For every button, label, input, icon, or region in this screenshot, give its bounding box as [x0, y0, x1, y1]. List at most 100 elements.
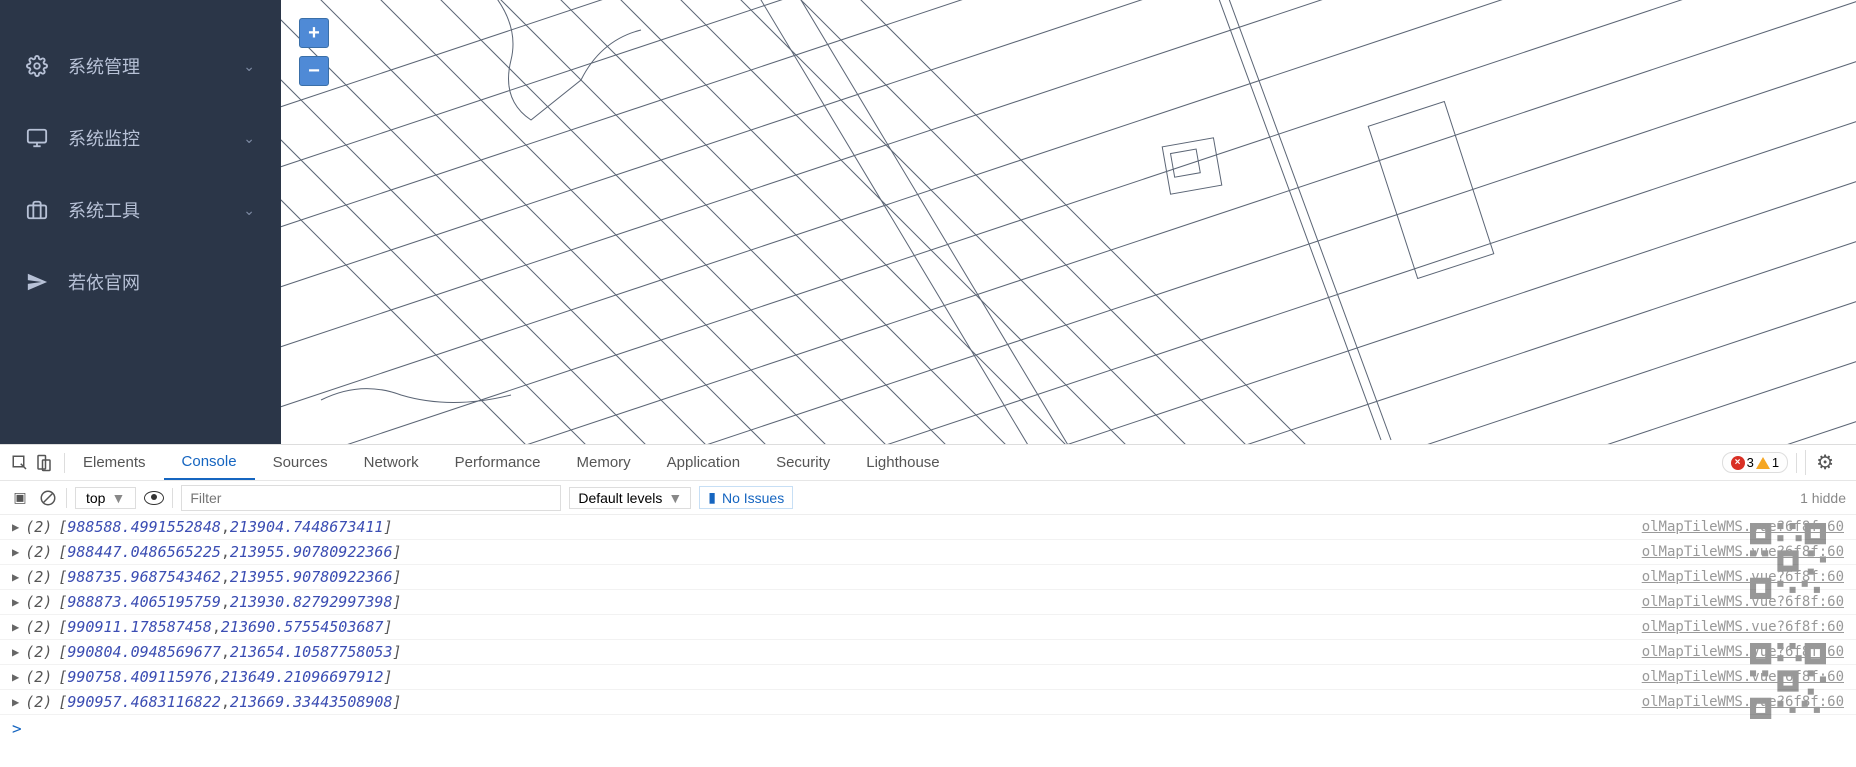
log-source-link[interactable]: olMapTileWMS.vue?6f8f:60	[1642, 569, 1844, 585]
expand-icon[interactable]: ▶	[12, 595, 19, 609]
chevron-down-icon: ▼	[668, 490, 682, 506]
tab-performance[interactable]: Performance	[437, 445, 559, 480]
log-value-0: 990804.0948569677	[67, 643, 221, 661]
log-array-length: (2)	[25, 668, 52, 686]
tab-memory[interactable]: Memory	[559, 445, 649, 480]
log-source-link[interactable]: olMapTileWMS.vue?6f8f:60	[1642, 619, 1844, 635]
console-log-row[interactable]: ▶(2)[988735.9687543462, 213955.907809223…	[0, 565, 1856, 590]
hidden-messages-label: 1 hidde	[1800, 490, 1846, 506]
inspect-element-icon[interactable]	[10, 453, 30, 473]
device-toggle-icon[interactable]	[34, 453, 54, 473]
log-value-0: 990957.4683116822	[67, 693, 221, 711]
log-value-0: 988735.9687543462	[67, 568, 221, 586]
gear-icon	[26, 55, 48, 77]
log-value-1: 213690.57554503687	[221, 618, 384, 636]
clear-console-icon[interactable]	[38, 488, 58, 508]
chevron-down-icon: ⌄	[243, 202, 255, 219]
log-source-link[interactable]: olMapTileWMS.vue?6f8f:60	[1642, 644, 1844, 660]
console-log-row[interactable]: ▶(2)[990804.0948569677, 213654.105877580…	[0, 640, 1856, 665]
sidebar-item-label: 若依官网	[68, 269, 140, 295]
tab-console[interactable]: Console	[164, 445, 255, 480]
map-viewport[interactable]: + −	[281, 0, 1856, 444]
error-count: 3	[1747, 455, 1754, 470]
log-value-1: 213904.7448673411	[230, 518, 384, 536]
log-value-1: 213930.82792997398	[230, 593, 393, 611]
warning-count: 1	[1772, 455, 1779, 470]
log-source-link[interactable]: olMapTileWMS.vue?6f8f:60	[1642, 519, 1844, 535]
console-log-row[interactable]: ▶(2)[990957.4683116822, 213669.334435089…	[0, 690, 1856, 715]
expand-icon[interactable]: ▶	[12, 545, 19, 559]
monitor-icon	[26, 127, 48, 149]
console-filter-input[interactable]	[181, 485, 561, 511]
chevron-down-icon: ⌄	[243, 130, 255, 147]
sidebar-item-system-monitor[interactable]: 系统监控 ⌄	[0, 102, 281, 174]
expand-icon[interactable]: ▶	[12, 695, 19, 709]
sidebar-item-system-manage[interactable]: 系统管理 ⌄	[0, 30, 281, 102]
map-zoom-control: + −	[299, 18, 329, 86]
log-value-0: 988588.4991552848	[67, 518, 221, 536]
expand-icon[interactable]: ▶	[12, 620, 19, 634]
log-array-length: (2)	[25, 593, 52, 611]
context-value: top	[86, 490, 105, 506]
tab-elements[interactable]: Elements	[65, 445, 164, 480]
log-value-1: 213669.33443508908	[230, 693, 393, 711]
app-sidebar: 系统管理 ⌄ 系统监控 ⌄ 系统工具 ⌄ 若依官网	[0, 0, 281, 444]
log-value-1: 213955.90780922366	[230, 568, 393, 586]
live-expression-icon[interactable]	[144, 488, 164, 508]
levels-label: Default levels	[578, 490, 662, 506]
log-source-link[interactable]: olMapTileWMS.vue?6f8f:60	[1642, 594, 1844, 610]
tab-application[interactable]: Application	[649, 445, 758, 480]
console-log-row[interactable]: ▶(2)[990911.178587458, 213690.5755450368…	[0, 615, 1856, 640]
expand-icon[interactable]: ▶	[12, 645, 19, 659]
console-log-list: ▶(2)[988588.4991552848, 213904.744867341…	[0, 515, 1856, 767]
execution-context-select[interactable]: top ▼	[75, 487, 136, 509]
log-array-length: (2)	[25, 543, 52, 561]
sidebar-item-label: 系统管理	[68, 53, 140, 79]
console-log-row[interactable]: ▶(2)[988873.4065195759, 213930.827929973…	[0, 590, 1856, 615]
sidebar-item-label: 系统监控	[68, 125, 140, 151]
log-array-length: (2)	[25, 643, 52, 661]
log-source-link[interactable]: olMapTileWMS.vue?6f8f:60	[1642, 544, 1844, 560]
log-value-0: 990911.178587458	[67, 618, 212, 636]
log-array-length: (2)	[25, 693, 52, 711]
sidebar-item-system-tools[interactable]: 系统工具 ⌄	[0, 174, 281, 246]
tab-lighthouse[interactable]: Lighthouse	[848, 445, 957, 480]
tab-network[interactable]: Network	[346, 445, 437, 480]
expand-icon[interactable]: ▶	[12, 570, 19, 584]
log-value-0: 988447.0486565225	[67, 543, 221, 561]
console-log-row[interactable]: ▶(2)[988588.4991552848, 213904.744867341…	[0, 515, 1856, 540]
console-log-row[interactable]: ▶(2)[988447.0486565225, 213955.907809223…	[0, 540, 1856, 565]
sidebar-item-official-site[interactable]: 若依官网	[0, 246, 281, 318]
chevron-down-icon: ⌄	[243, 58, 255, 75]
log-source-link[interactable]: olMapTileWMS.vue?6f8f:60	[1642, 669, 1844, 685]
expand-icon[interactable]: ▶	[12, 670, 19, 684]
expand-icon[interactable]: ▶	[12, 520, 19, 534]
tab-sources[interactable]: Sources	[255, 445, 346, 480]
console-log-row[interactable]: ▶(2)[990758.409115976, 213649.2109669791…	[0, 665, 1856, 690]
log-value-1: 213649.21096697912	[221, 668, 384, 686]
zoom-out-button[interactable]: −	[299, 56, 329, 86]
error-warning-badge[interactable]: × 3 1	[1722, 452, 1788, 473]
sidebar-item-label: 系统工具	[68, 197, 140, 223]
console-sidebar-toggle-icon[interactable]: ▣	[10, 488, 30, 508]
plane-icon	[26, 271, 48, 293]
console-toolbar: ▣ top ▼ Default levels ▼ ▮ No Issues 1 h…	[0, 481, 1856, 515]
error-icon: ×	[1731, 456, 1745, 470]
log-value-0: 990758.409115976	[67, 668, 212, 686]
log-value-1: 213955.90780922366	[230, 543, 393, 561]
chevron-down-icon: ▼	[111, 490, 125, 506]
devtools-tab-bar: Elements Console Sources Network Perform…	[0, 445, 1856, 481]
warning-icon	[1756, 457, 1770, 469]
issues-button[interactable]: ▮ No Issues	[699, 486, 793, 509]
zoom-in-button[interactable]: +	[299, 18, 329, 48]
log-array-length: (2)	[25, 618, 52, 636]
console-prompt[interactable]: >	[0, 715, 1856, 742]
devtools-settings-icon[interactable]: ⚙	[1805, 450, 1844, 475]
issues-icon: ▮	[708, 489, 716, 506]
issues-label: No Issues	[722, 490, 784, 506]
log-levels-select[interactable]: Default levels ▼	[569, 487, 691, 509]
log-source-link[interactable]: olMapTileWMS.vue?6f8f:60	[1642, 694, 1844, 710]
map-tiles	[281, 0, 1856, 444]
log-value-1: 213654.10587758053	[230, 643, 393, 661]
tab-security[interactable]: Security	[758, 445, 848, 480]
